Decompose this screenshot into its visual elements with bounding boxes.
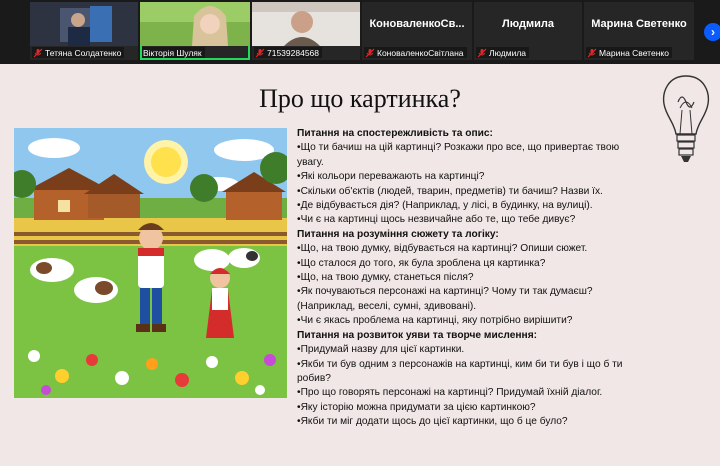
question-line: •Як почуваються персонажі на картинці? Ч… (297, 286, 593, 298)
participant-label: Марина Светенко (586, 47, 672, 58)
participant-big-name: КоноваленкоСв... (369, 18, 465, 30)
mic-muted-icon (477, 48, 487, 57)
participant-tile-svetenko[interactable]: Марина Светенко Марина Светенко (584, 2, 694, 60)
participant-name: Тетяна Солдатенко (45, 47, 122, 58)
participant-label: КоноваленкоСвітлана (364, 47, 467, 58)
participant-big-name: Марина Светенко (591, 18, 687, 30)
participant-tile-phone[interactable]: 71539284568 (252, 2, 360, 60)
section-heading: Питання на розвиток уяви та творче мисле… (297, 329, 538, 341)
participant-video (30, 2, 138, 46)
participant-name: 71539284568 (267, 47, 320, 58)
question-line: •Чи є якась проблема на картинці, яку по… (297, 315, 573, 327)
participant-label: Людмила (476, 47, 530, 58)
mic-muted-icon (33, 48, 43, 57)
participant-name: Вікторія Шуляк (143, 47, 202, 58)
shared-slide: Про що картинка? Питання на спостережлив… (0, 64, 720, 466)
section-heading: Питання на розуміння сюжету та логіку: (297, 228, 499, 240)
question-line: •Яку історію можна придумати за цією кар… (297, 401, 536, 413)
question-line: •Чи є на картинці щось незвичайне або те… (297, 214, 576, 226)
question-line: •Придумай назву для цієї картинки. (297, 344, 465, 356)
participant-label: Тетяна Солдатенко (32, 47, 125, 58)
participant-name: Марина Светенко (599, 47, 669, 58)
question-line: •Якби ти міг додати щось до цієї картинк… (297, 416, 568, 428)
participant-name: Людмила (489, 47, 527, 58)
questions-text: Питання на спостережливість та опис: •Що … (297, 127, 712, 430)
question-line: •Що сталося до того, як була зроблена ця… (297, 257, 546, 269)
question-line: •Що, на твою думку, відбувається на карт… (297, 243, 588, 255)
participant-tile-kovalenko[interactable]: КоноваленкоСв... КоноваленкоСвітлана (362, 2, 472, 60)
participants-strip: Тетяна Солдатенко Вікторія Шуляк 7153928… (0, 0, 720, 64)
mic-muted-icon (255, 48, 265, 57)
question-line: •Де відбувається дія? (Наприклад, у лісі… (297, 200, 593, 212)
participant-name: КоноваленкоСвітлана (377, 47, 464, 58)
question-line: •Про що говорять персонажі на картинці? … (297, 387, 603, 399)
chevron-right-icon: › (704, 23, 720, 41)
participant-big-name: Людмила (502, 18, 554, 30)
participant-video (140, 2, 250, 46)
question-line: •Скільки об'єктів (людей, тварин, предме… (297, 185, 603, 197)
participant-label: Вікторія Шуляк (142, 47, 205, 58)
participant-tile-shuliak[interactable]: Вікторія Шуляк (140, 2, 250, 60)
question-line: увагу. (297, 156, 324, 168)
slide-title: Про що картинка? (259, 84, 461, 113)
participant-tile-soldatenko[interactable]: Тетяна Солдатенко (30, 2, 138, 60)
question-line: •Що, на твою думку, станеться після? (297, 272, 474, 284)
participant-video (252, 2, 360, 46)
mic-muted-icon (365, 48, 375, 57)
next-page-button[interactable]: › (703, 22, 720, 42)
section-heading: Питання на спостережливість та опис: (297, 128, 493, 139)
question-line: •Що ти бачиш на цій картинці? Розкажи пр… (297, 142, 620, 154)
question-line: робив? (297, 372, 331, 384)
mic-muted-icon (587, 48, 597, 57)
participant-label: 71539284568 (254, 47, 323, 58)
farm-illustration (14, 128, 287, 398)
participant-tile-liudmyla[interactable]: Людмила Людмила (474, 2, 582, 60)
question-line: (Наприклад, веселі, сумні, здивовані). (297, 300, 477, 312)
question-line: •Які кольори переважають на картинці? (297, 171, 485, 183)
question-line: •Якби ти був одним з персонажів на карти… (297, 358, 623, 370)
